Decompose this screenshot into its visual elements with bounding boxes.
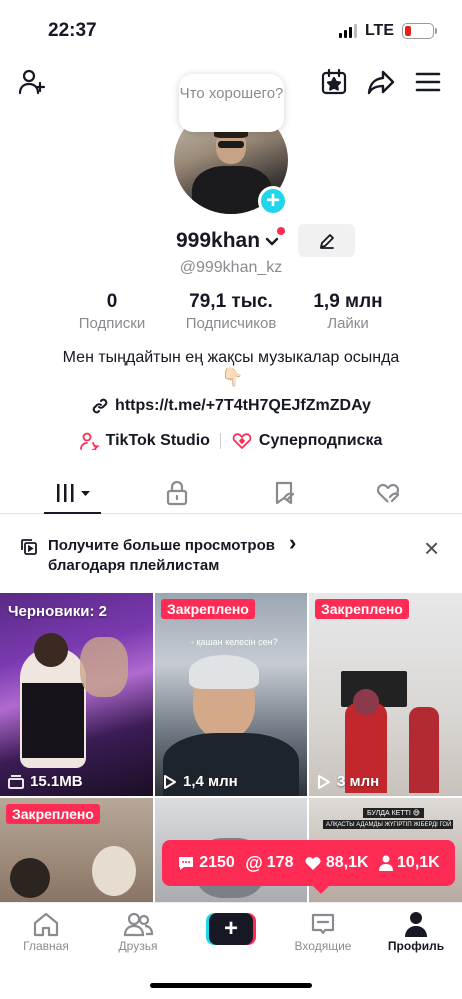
profile-icon bbox=[405, 912, 427, 937]
tab-saved[interactable] bbox=[265, 478, 305, 508]
drafts-size: 15.1MB bbox=[8, 773, 83, 790]
nav-home[interactable]: Главная bbox=[6, 909, 86, 953]
playlist-banner-text: Получите больше просмотров благодаря пле… bbox=[48, 537, 275, 574]
bio-emoji: 👇🏻 bbox=[221, 367, 244, 387]
profile-extras: TikTok Studio Суперподписка bbox=[0, 432, 462, 450]
drafts-tile[interactable]: Черновики: 2 15.1MB bbox=[0, 593, 153, 796]
followers-count: 10,1K bbox=[379, 854, 440, 872]
notification-dot bbox=[277, 227, 285, 235]
video-tile[interactable]: Закреплено bbox=[0, 798, 153, 902]
person-icon bbox=[379, 855, 394, 871]
activity-popup[interactable]: 2150 @ 178 88,1K 10,1K bbox=[162, 840, 455, 894]
heart-icon bbox=[305, 857, 321, 870]
video-caption: - қашан келесін сен? bbox=[191, 637, 278, 647]
mentions-count: @ 178 bbox=[245, 852, 294, 873]
play-icon bbox=[164, 774, 176, 789]
status-indicators: LTE bbox=[338, 22, 437, 40]
likes-count: 88,1K bbox=[304, 854, 369, 872]
edit-profile-button[interactable] bbox=[298, 224, 355, 257]
network-type: LTE bbox=[364, 22, 394, 39]
tab-liked[interactable] bbox=[369, 478, 409, 508]
share-icon[interactable] bbox=[365, 66, 397, 98]
bookmark-hidden-icon bbox=[275, 481, 295, 505]
inbox-icon bbox=[311, 913, 335, 935]
video-tile[interactable]: Закреплено 3 млн bbox=[309, 593, 462, 796]
creator-calendar-icon[interactable] bbox=[318, 66, 350, 98]
video-caption-top: БУЛДА КЕТТІ 😅 bbox=[363, 808, 425, 818]
playlist-banner[interactable]: Получите больше просмотров благодаря пле… bbox=[0, 522, 462, 592]
nav-inbox[interactable]: Входящие bbox=[283, 909, 363, 953]
profile-tabs bbox=[0, 472, 462, 514]
comments-count: 2150 bbox=[177, 854, 235, 872]
chevron-right-icon: › bbox=[289, 530, 297, 555]
lock-icon bbox=[166, 480, 188, 506]
studio-icon bbox=[79, 432, 100, 450]
home-indicator bbox=[150, 983, 312, 988]
link-icon bbox=[92, 398, 108, 414]
video-tile[interactable]: Закреплено - қашан келесін сен? 1,4 млн bbox=[155, 593, 307, 796]
friends-icon bbox=[123, 912, 153, 937]
superfollow-icon bbox=[232, 433, 252, 449]
profile-link[interactable]: https://t.me/+7T4tH7QEJfZmZDAy bbox=[0, 397, 462, 415]
view-count: 3 млн bbox=[317, 773, 379, 790]
pinned-badge: Закреплено bbox=[315, 599, 409, 619]
active-tab-indicator bbox=[44, 512, 101, 514]
home-icon bbox=[33, 912, 59, 937]
nav-friends[interactable]: Друзья bbox=[98, 909, 178, 953]
tiktok-studio-link[interactable]: TikTok Studio bbox=[79, 432, 210, 450]
drafts-label: Черновики: 2 bbox=[8, 603, 107, 620]
bio-text: Мен тыңдайтын ең жақсы музыкалар осында bbox=[62, 349, 400, 366]
menu-icon[interactable] bbox=[412, 66, 444, 98]
user-handle: @999khan_kz bbox=[179, 259, 283, 276]
create-button[interactable]: + bbox=[206, 913, 256, 945]
add-story-button[interactable]: + bbox=[258, 186, 288, 216]
close-banner-icon[interactable]: × bbox=[424, 535, 439, 561]
comment-icon bbox=[179, 857, 194, 870]
pencil-icon bbox=[319, 233, 334, 249]
superfollow-link[interactable]: Суперподписка bbox=[231, 432, 382, 450]
status-time: 22:37 bbox=[48, 20, 97, 41]
pinned-badge: Закреплено bbox=[6, 804, 100, 824]
grid-sort-icon bbox=[57, 484, 90, 502]
nav-profile[interactable]: Профиль bbox=[376, 909, 456, 953]
heart-hidden-icon bbox=[376, 483, 400, 503]
pinned-badge: Закреплено bbox=[161, 599, 255, 619]
add-friend-icon[interactable] bbox=[16, 66, 48, 98]
view-count: 1,4 млн bbox=[163, 773, 238, 790]
username-switcher[interactable]: 999khan bbox=[176, 229, 280, 253]
stat-following[interactable]: 0 Подписки bbox=[72, 291, 152, 332]
at-icon: @ bbox=[245, 852, 263, 873]
plus-icon: + bbox=[209, 913, 253, 945]
stat-followers[interactable]: 79,1 тыс. Подписчиков bbox=[176, 291, 286, 332]
chevron-down-icon bbox=[265, 237, 279, 246]
archive-icon bbox=[8, 774, 24, 789]
battery-icon bbox=[402, 23, 437, 39]
playlist-icon bbox=[21, 539, 37, 555]
tab-videos[interactable] bbox=[52, 478, 96, 508]
tab-private[interactable] bbox=[157, 478, 197, 508]
status-prompt-bubble[interactable]: Что хорошего? bbox=[179, 74, 284, 132]
video-caption-bottom: АЛҚАСТЫ АДАМДЫ ЖҮГІРТІП ЖІБЕРДІ ГОЙ 😂😂 bbox=[323, 820, 453, 829]
play-icon bbox=[318, 774, 330, 789]
signal-icon bbox=[338, 24, 357, 38]
username: 999khan bbox=[176, 229, 261, 252]
stat-likes[interactable]: 1,9 млн Лайки bbox=[300, 291, 396, 332]
